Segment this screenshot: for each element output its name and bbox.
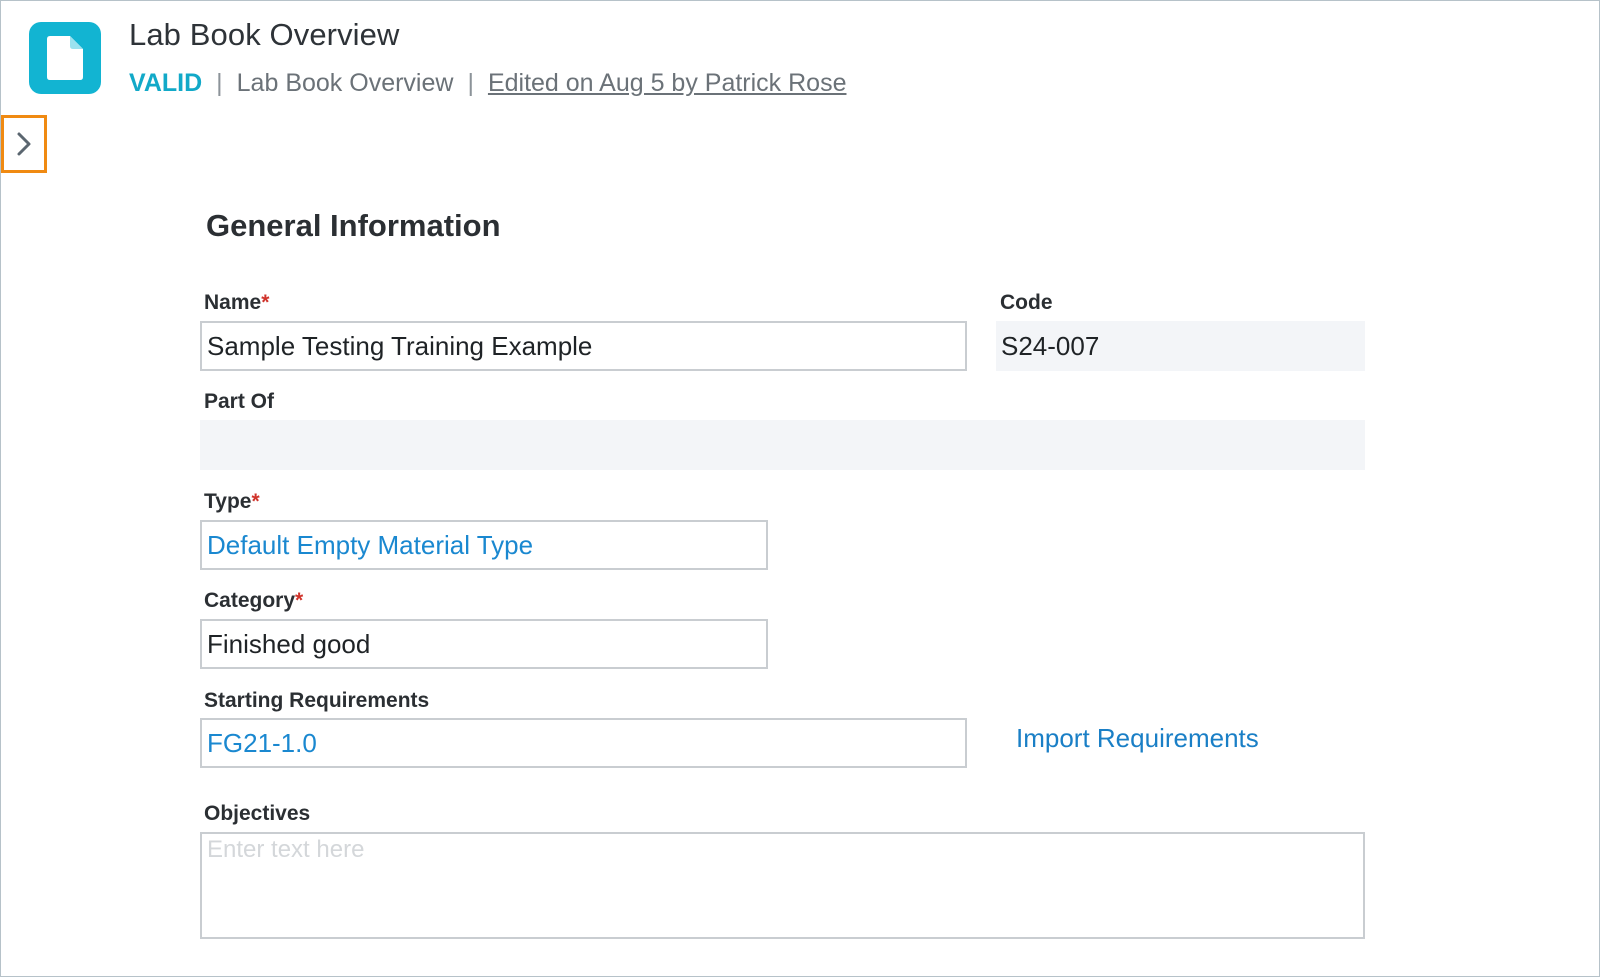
category-input[interactable]: Finished good	[200, 619, 768, 669]
edited-history-link[interactable]: Edited on Aug 5 by Patrick Rose	[488, 69, 847, 98]
type-input[interactable]: Default Empty Material Type	[200, 520, 768, 570]
lab-book-overview-page: Lab Book Overview VALID | Lab Book Overv…	[0, 0, 1600, 977]
objectives-textarea[interactable]: Enter text here	[200, 832, 1365, 939]
status-badge: VALID	[129, 69, 203, 97]
breadcrumb: Lab Book Overview	[236, 69, 454, 97]
code-field: S24-007	[996, 321, 1365, 371]
type-label: Type*	[204, 490, 260, 513]
separator: |	[467, 69, 474, 97]
sidebar-toggle-button[interactable]	[1, 115, 47, 173]
code-label: Code	[1000, 291, 1053, 314]
required-marker: *	[251, 490, 260, 513]
required-marker: *	[261, 291, 270, 314]
starting-requirements-input[interactable]: FG21-1.0	[200, 718, 967, 768]
document-icon	[29, 22, 101, 94]
separator: |	[216, 69, 223, 97]
page-title: Lab Book Overview	[129, 17, 400, 52]
starting-requirements-label: Starting Requirements	[204, 689, 430, 712]
section-title: General Information	[206, 208, 501, 243]
name-input[interactable]: Sample Testing Training Example	[200, 321, 967, 371]
header-subline: VALID | Lab Book Overview | Edited on Au…	[129, 69, 846, 98]
part-of-field	[200, 420, 1365, 470]
import-requirements-link[interactable]: Import Requirements	[1016, 723, 1259, 754]
chevron-right-icon	[17, 132, 31, 156]
part-of-label: Part Of	[204, 390, 275, 413]
objectives-label: Objectives	[204, 802, 311, 825]
category-label: Category*	[204, 589, 304, 612]
required-marker: *	[295, 589, 304, 612]
name-label: Name*	[204, 291, 270, 314]
